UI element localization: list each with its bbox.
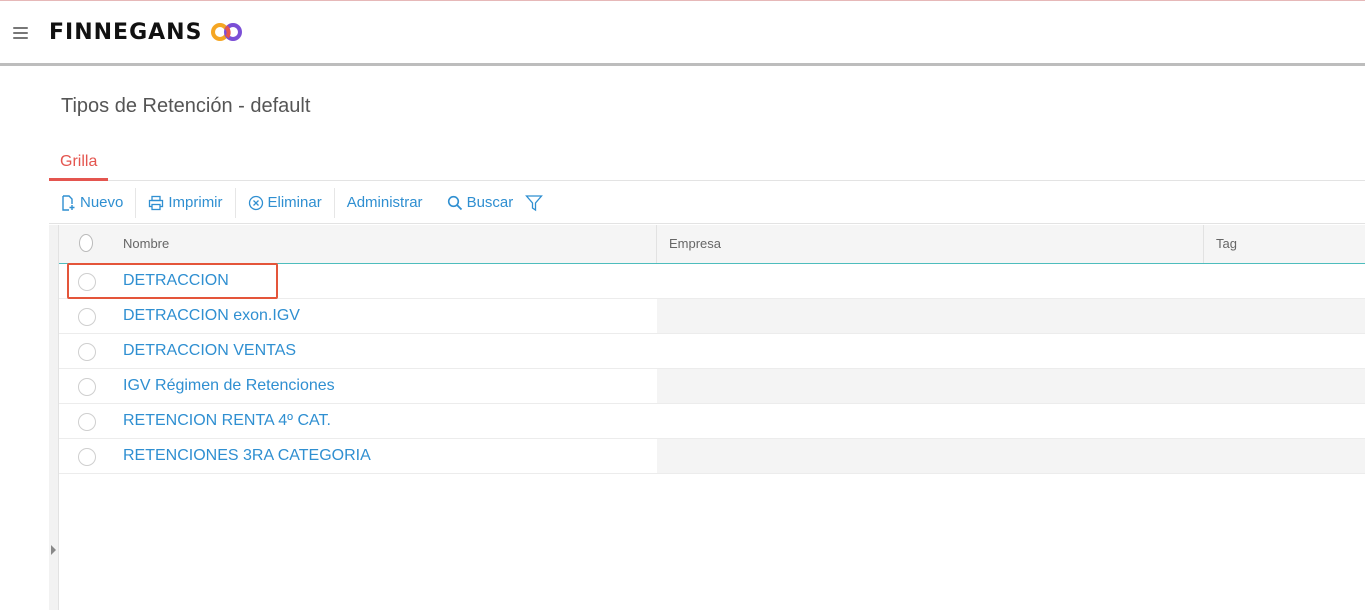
top-bar: FINNEGANS [0, 0, 1365, 66]
nuevo-button[interactable]: Nuevo [49, 187, 137, 218]
buscar-label: Buscar [466, 194, 514, 211]
row-nombre-link[interactable]: RETENCIONES 3RA CATEGORIA [123, 439, 371, 473]
column-header-nombre[interactable]: Nombre [111, 225, 657, 263]
eliminar-button[interactable]: Eliminar [236, 187, 335, 218]
grid-header: Nombre Empresa Tag [59, 225, 1365, 264]
column-header-tag[interactable]: Tag [1204, 225, 1365, 263]
delete-circle-icon [248, 195, 263, 210]
table-row[interactable]: DETRACCION exon.IGV [59, 299, 1365, 334]
filter-button[interactable] [525, 194, 544, 212]
row-select-radio[interactable] [78, 448, 96, 466]
row-select-radio[interactable] [78, 343, 96, 361]
row-nombre-link[interactable]: IGV Régimen de Retenciones [123, 369, 335, 403]
filter-icon [525, 194, 544, 211]
eliminar-label: Eliminar [267, 194, 322, 211]
table-row[interactable]: DETRACCION [59, 264, 1365, 299]
table-row[interactable]: DETRACCION VENTAS [59, 334, 1365, 369]
brand-logo[interactable]: FINNEGANS [49, 17, 244, 47]
column-header-empresa[interactable]: Empresa [657, 225, 1204, 263]
buscar-button[interactable]: Buscar [435, 188, 526, 218]
row-select-radio[interactable] [78, 378, 96, 396]
row-nombre-link[interactable]: DETRACCION VENTAS [123, 334, 296, 368]
row-nombre-link[interactable]: DETRACCION exon.IGV [123, 299, 300, 333]
tab-grilla[interactable]: Grilla [49, 150, 109, 181]
printer-icon [149, 195, 164, 210]
data-grid: Nombre Empresa Tag DETRACCION DETRACCION… [59, 225, 1365, 610]
imprimir-button[interactable]: Imprimir [136, 187, 236, 218]
brand-name: FINNEGANS [49, 19, 203, 45]
new-document-icon [62, 194, 75, 211]
toolbar: Nuevo Imprimir Eliminar Administrar Busc… [49, 182, 1365, 224]
table-row[interactable]: IGV Régimen de Retenciones [59, 369, 1365, 404]
row-nombre-link[interactable]: RETENCION RENTA 4º CAT. [123, 404, 331, 438]
page-title: Tipos de Retención - default [61, 95, 311, 117]
nuevo-label: Nuevo [80, 194, 124, 211]
row-nombre-link[interactable]: DETRACCION [123, 264, 229, 298]
hamburger-icon[interactable] [13, 26, 29, 40]
administrar-button[interactable]: Administrar [335, 188, 435, 218]
row-select-radio[interactable] [78, 308, 96, 326]
table-row[interactable]: RETENCIONES 3RA CATEGORIA [59, 439, 1365, 474]
expand-panel-icon[interactable] [51, 545, 56, 555]
tab-bar: Grilla [49, 150, 1365, 181]
infinity-logo-icon [211, 23, 243, 41]
row-select-radio[interactable] [78, 413, 96, 431]
search-icon [447, 195, 462, 210]
table-row[interactable]: RETENCION RENTA 4º CAT. [59, 404, 1365, 439]
select-all-radio[interactable] [79, 234, 93, 252]
imprimir-label: Imprimir [168, 194, 223, 211]
row-select-radio[interactable] [78, 273, 96, 291]
administrar-label: Administrar [346, 194, 423, 211]
